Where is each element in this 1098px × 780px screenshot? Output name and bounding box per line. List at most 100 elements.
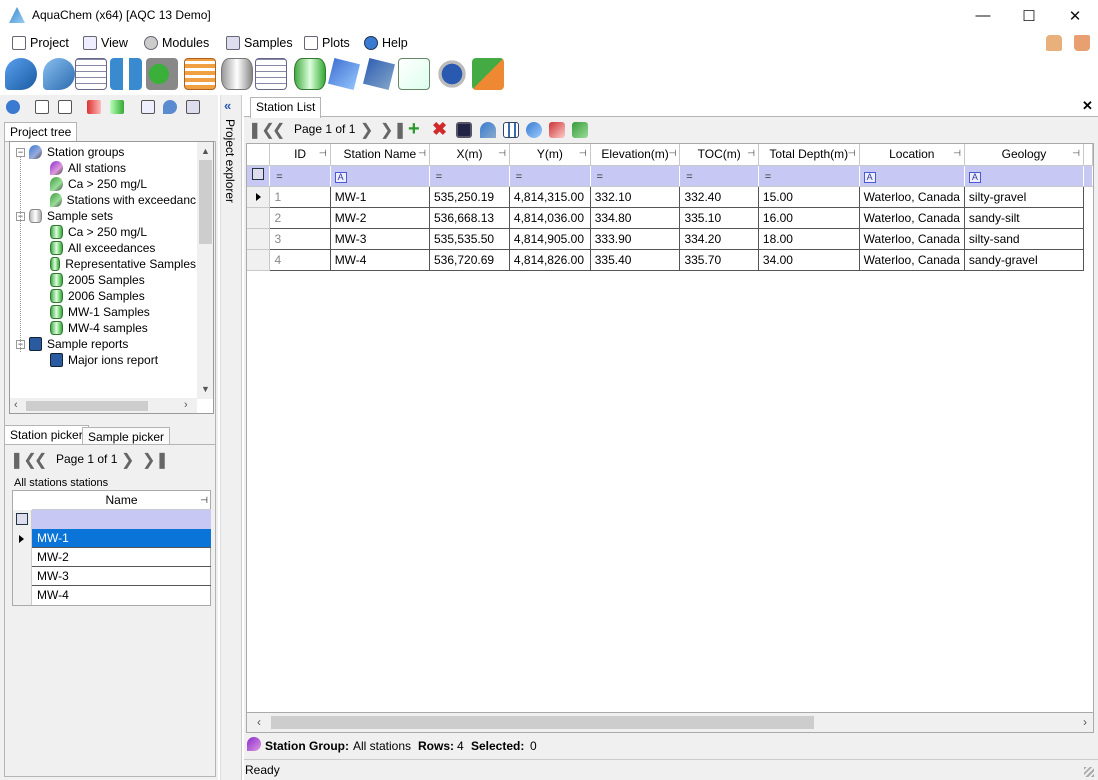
search-icon[interactable] [186, 100, 200, 114]
column-header[interactable]: Location ⊣ [859, 144, 965, 166]
picker-row[interactable]: MW-3 [32, 567, 211, 586]
map-icon[interactable] [472, 58, 504, 90]
tree-vertical-scrollbar[interactable]: ▲ ▼ [197, 142, 213, 399]
filter-cell[interactable]: = [758, 165, 860, 187]
table-cell[interactable]: 335.40 [590, 249, 681, 271]
table-row[interactable]: 3 MW-3 535,535.50 4,814,905.00 333.90 334.20 1… [247, 228, 1093, 250]
tree-item[interactable]: − Station groups [10, 144, 196, 160]
samples-table-icon[interactable] [255, 58, 287, 90]
table-cell[interactable]: MW-3 [330, 228, 430, 250]
import-stations-icon[interactable] [146, 58, 178, 90]
thumbs-down-icon[interactable] [1074, 35, 1090, 51]
column-header[interactable]: Station Name ⊣ [330, 144, 430, 166]
delete-row-icon[interactable]: ✖ [432, 119, 447, 139]
column-header[interactable]: Geology ⊣ [964, 144, 1085, 166]
table-cell[interactable]: 535,250.19 [429, 186, 510, 208]
row-header[interactable] [247, 228, 271, 250]
menu-plots[interactable]: Plots [304, 34, 350, 52]
grid-horizontal-scrollbar[interactable]: ‹ › [246, 713, 1094, 733]
tree-item[interactable]: − Sample sets [10, 208, 196, 224]
equals-filter-icon[interactable]: = [514, 171, 524, 183]
equals-filter-icon[interactable]: = [763, 171, 773, 183]
next-page-icon[interactable]: ❯ [121, 450, 134, 470]
collapse-panel-icon[interactable]: « [224, 98, 231, 113]
last-page-icon[interactable]: ❯❚ [142, 450, 169, 470]
table-cell[interactable]: 4,814,826.00 [509, 249, 591, 271]
table-cell[interactable]: 335.70 [679, 249, 759, 271]
table-cell[interactable]: 16.00 [758, 207, 860, 229]
tree-item[interactable]: Major ions report [10, 352, 196, 368]
table-cell[interactable]: 4,814,036.00 [509, 207, 591, 229]
table-cell[interactable]: 2 [269, 207, 331, 229]
tree-item[interactable]: Ca > 250 mg/L [10, 224, 196, 240]
tree-item[interactable]: Stations with exceedanc [10, 192, 196, 208]
refresh-grid-icon[interactable] [526, 122, 542, 138]
filter-cell[interactable]: = [269, 165, 331, 187]
pin-column-icon[interactable]: ⊣ [498, 148, 506, 159]
tile-icon[interactable] [58, 100, 72, 114]
text-filter-icon[interactable]: A [863, 171, 876, 183]
table-cell[interactable]: 334.80 [590, 207, 681, 229]
table-cell[interactable]: MW-4 [330, 249, 430, 271]
picker-row[interactable]: MW-2 [32, 548, 211, 567]
menu-project[interactable]: Project [12, 34, 69, 52]
tree-item[interactable]: MW-1 Samples [10, 304, 196, 320]
tree-item[interactable]: Ca > 250 mg/L [10, 176, 196, 192]
sample-edit-icon[interactable] [294, 58, 326, 90]
import-icon[interactable] [572, 122, 588, 138]
table-cell[interactable]: 536,720.69 [429, 249, 510, 271]
tree-item[interactable]: Representative Samples [10, 256, 196, 272]
row-header[interactable] [247, 249, 271, 271]
filter-cell[interactable]: = [679, 165, 759, 187]
molecule-icon[interactable] [328, 58, 360, 90]
station-table-icon[interactable] [75, 58, 107, 90]
menu-samples[interactable]: Samples [226, 34, 293, 52]
table-cell[interactable]: 4,814,315.00 [509, 186, 591, 208]
scroll-thumb[interactable] [26, 401, 148, 411]
table-cell[interactable]: 4 [269, 249, 331, 271]
table-cell[interactable]: 18.00 [758, 228, 860, 250]
station-pin-icon[interactable] [5, 58, 37, 90]
project-explorer-sidebar[interactable]: « Project explorer [220, 95, 242, 780]
text-filter-icon[interactable]: A [334, 171, 347, 183]
menu-modules[interactable]: Modules [144, 34, 209, 52]
table-cell[interactable]: 15.00 [758, 186, 860, 208]
equals-filter-icon[interactable]: = [595, 171, 605, 183]
table-row[interactable]: 4 MW-4 536,720.69 4,814,826.00 335.40 335.70 3… [247, 249, 1093, 271]
table-cell[interactable]: Waterloo, Canada [859, 207, 965, 229]
filter-cell[interactable]: A [859, 165, 965, 187]
pin-column-icon[interactable]: ⊣ [418, 148, 426, 159]
move-left-icon[interactable] [87, 100, 101, 114]
tree-item[interactable]: MW-4 samples [10, 320, 196, 336]
tree-item[interactable]: All exceedances [10, 240, 196, 256]
samples-database-icon[interactable] [221, 58, 253, 90]
column-header[interactable]: Y(m) ⊣ [509, 144, 591, 166]
prev-page-icon[interactable]: ❮ [272, 120, 285, 140]
undo-icon[interactable] [480, 122, 496, 138]
pin-column-icon[interactable]: ⊣ [953, 148, 961, 159]
filter-cell[interactable]: = [509, 165, 591, 187]
last-page-icon[interactable]: ❯❚ [380, 120, 407, 140]
scroll-thumb[interactable] [271, 716, 814, 729]
thumbs-up-icon[interactable] [1046, 35, 1062, 51]
save-icon[interactable] [456, 122, 472, 138]
pin-column-icon[interactable]: ⊣ [747, 148, 755, 159]
filter-icon[interactable] [141, 100, 155, 114]
refresh-icon[interactable] [6, 100, 20, 114]
equals-filter-icon[interactable]: = [434, 171, 444, 183]
cascade-icon[interactable] [35, 100, 49, 114]
table-cell[interactable]: MW-1 [330, 186, 430, 208]
tree-item[interactable]: 2006 Samples [10, 288, 196, 304]
tree-item[interactable]: 2005 Samples [10, 272, 196, 288]
column-header[interactable]: X(m) ⊣ [429, 144, 510, 166]
next-page-icon[interactable]: ❯ [360, 120, 373, 140]
tab-project-tree[interactable]: Project tree [4, 122, 78, 142]
column-header[interactable]: Total Depth(m) ⊣ [758, 144, 860, 166]
table-cell[interactable]: 4,814,905.00 [509, 228, 591, 250]
column-header[interactable]: TOC(m) ⊣ [679, 144, 759, 166]
maximize-button[interactable]: ☐ [1006, 0, 1052, 31]
tab-station-list[interactable]: Station List [250, 97, 322, 118]
pin-column-icon[interactable]: ⊣ [1072, 148, 1080, 159]
column-header[interactable]: Elevation(m) ⊣ [590, 144, 681, 166]
table-cell[interactable]: 1 [269, 186, 331, 208]
